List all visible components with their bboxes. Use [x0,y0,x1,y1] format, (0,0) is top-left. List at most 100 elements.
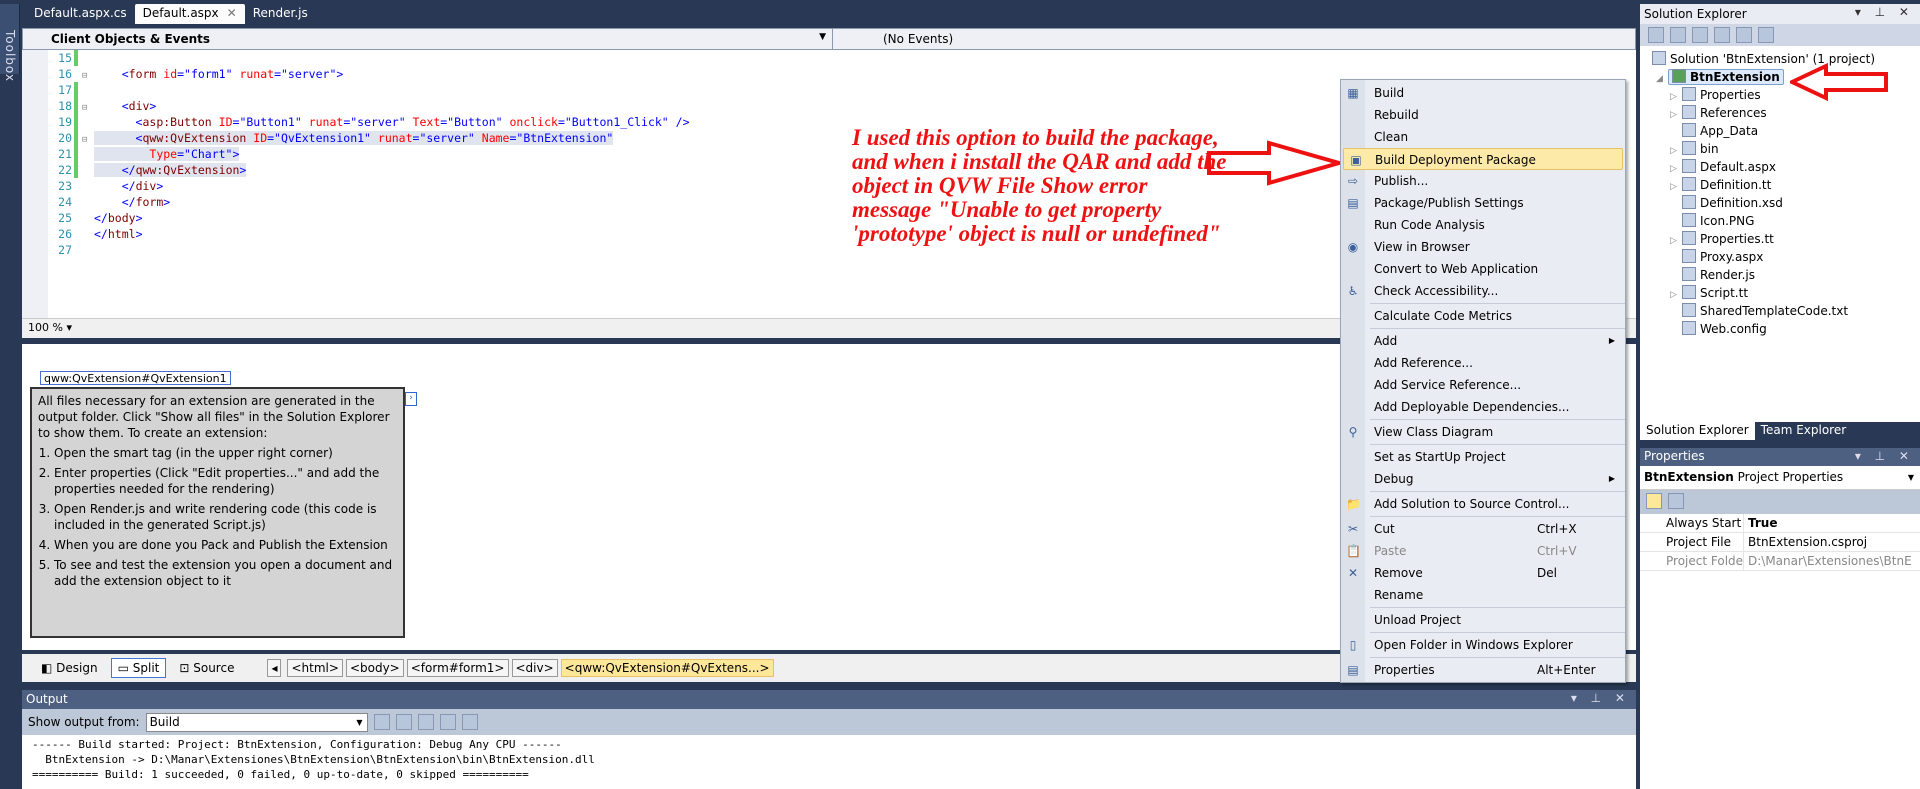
properties-object-dropdown[interactable]: BtnExtension Project Properties ▼ [1640,466,1920,490]
panel-window-buttons[interactable]: ▾ ⊥ ✕ [1571,691,1630,705]
tree-item[interactable]: App_Data [1670,122,1758,140]
menu-item-label: Package/Publish Settings [1374,196,1524,210]
tab-solution-explorer[interactable]: Solution Explorer [1640,422,1755,440]
web-config-icon[interactable] [1736,27,1752,43]
tree-item[interactable]: Icon.PNG [1670,212,1754,230]
close-icon[interactable]: ✕ [227,6,237,20]
menu-item-rename[interactable]: Rename [1341,584,1625,606]
breadcrumb-item[interactable]: <div> [511,659,558,677]
property-value[interactable]: True [1744,514,1920,532]
property-pages-icon[interactable] [1668,493,1684,509]
tree-item[interactable]: ▷ Properties [1670,86,1761,104]
source-view-button[interactable]: ⊡ Source [172,658,241,678]
find-message-icon[interactable] [373,714,390,730]
menu-item-set-as-startup-project[interactable]: Set as StartUp Project [1341,446,1625,468]
file-icon [1682,285,1696,299]
breadcrumb-back-button[interactable]: ◂ [267,659,282,677]
code-text: Type="Chart"> [94,147,240,161]
property-row[interactable]: Project File BtnExtension.csproj [1640,533,1920,552]
tree-item[interactable]: ▷ Properties.tt [1670,230,1774,248]
menu-item-check-accessibility[interactable]: ♿ Check Accessibility... [1341,280,1625,302]
tab-default-aspx[interactable]: Default.aspx ✕ [134,4,245,24]
property-row[interactable]: Always Start When DTrue [1640,514,1920,533]
menu-item-debug[interactable]: Debug ▶ [1341,468,1625,490]
code-token: form [128,67,157,81]
menu-item-package-publish-settings[interactable]: ▤ Package/Publish Settings [1341,192,1625,214]
tab-default-aspx-cs[interactable]: Default.aspx.cs [26,4,135,24]
tree-item[interactable]: Render.js [1670,266,1755,284]
next-message-icon[interactable] [417,714,434,730]
split-view-button[interactable]: ▭ Split [110,658,167,678]
toolbox-tab[interactable]: Toolbox [0,4,20,82]
menu-item-convert-to-web-application[interactable]: Convert to Web Application [1341,258,1625,280]
menu-item-view-in-browser[interactable]: ◉ View in Browser [1341,236,1625,258]
client-objects-dropdown[interactable]: Client Objects & Events ▼ [23,29,833,49]
line-number: 24 [58,195,72,209]
property-row[interactable]: Project Folder D:\Manar\Extensiones\BtnE [1640,552,1920,571]
tab-team-explorer[interactable]: Team Explorer [1755,422,1853,440]
menu-item-label: Add Reference... [1374,356,1473,370]
file-icon [1682,249,1696,263]
code-text: <qww:QvExtension ID="QvExtension1" runat… [94,131,614,145]
events-dropdown[interactable]: (No Events) [833,29,1635,49]
panel-window-buttons[interactable]: ▾ ⊥ ✕ [1855,5,1914,19]
sort-alphabetical-icon[interactable] [1646,493,1662,509]
tree-item[interactable]: ▷ Definition.tt [1670,176,1771,194]
design-view-button[interactable]: ◧ Design [34,658,105,678]
menu-item-add-deployable-dependencies[interactable]: Add Deployable Dependencies... [1341,396,1625,418]
menu-item-add[interactable]: Add ▶ [1341,330,1625,352]
word-wrap-icon[interactable] [461,714,478,730]
accessibility-icon: ♿ [1347,284,1359,298]
prev-message-icon[interactable] [395,714,412,730]
breadcrumb-item[interactable]: <body> [345,659,404,677]
menu-item-view-class-diagram[interactable]: ⚲ View Class Diagram [1341,421,1625,443]
menu-item-add-service-reference[interactable]: Add Service Reference... [1341,374,1625,396]
menu-item-rebuild[interactable]: Rebuild [1341,104,1625,126]
menu-item-open-folder-in-windows-explorer[interactable]: ▯ Open Folder in Windows Explorer [1341,634,1625,656]
property-value[interactable]: D:\Manar\Extensiones\BtnE [1744,552,1920,570]
show-all-files-icon[interactable] [1670,27,1686,43]
tree-item[interactable]: ▷ Default.aspx [1670,158,1776,176]
menu-item-cut[interactable]: ✂ Cut Ctrl+X [1341,518,1625,540]
menu-item-properties[interactable]: ▤ Properties Alt+Enter [1341,659,1625,681]
breadcrumb-item[interactable]: <qww:QvExtension#QvExtens...> [560,659,774,677]
panel-window-buttons[interactable]: ▾ ⊥ ✕ [1855,449,1914,463]
menu-item-run-code-analysis[interactable]: Run Code Analysis [1341,214,1625,236]
refresh-icon[interactable] [1692,27,1708,43]
clear-all-icon[interactable] [439,714,456,730]
menu-item-add-reference[interactable]: Add Reference... [1341,352,1625,374]
tree-item[interactable]: Web.config [1670,320,1767,338]
tree-item[interactable]: Proxy.aspx [1670,248,1763,266]
menu-item-remove[interactable]: ✕ Remove Del [1341,562,1625,584]
line-number: 26 [58,227,72,241]
menu-item-clean[interactable]: Clean [1341,126,1625,148]
properties-icon[interactable] [1648,27,1664,43]
copy-website-icon[interactable] [1758,27,1774,43]
file-icon [1682,87,1696,101]
tree-item[interactable]: ▷ References [1670,104,1767,122]
breadcrumb-item[interactable]: <html> [287,659,343,677]
tree-item[interactable]: ▷ Script.tt [1670,284,1748,302]
breadcrumb-item[interactable]: <form#form1> [406,659,509,677]
code-token: </ [94,211,108,225]
paste-icon: 📋 [1346,544,1361,558]
tree-item[interactable]: ▷ bin [1670,140,1719,158]
menu-item-publish[interactable]: ⇨ Publish... [1341,170,1625,192]
menu-item-calculate-code-metrics[interactable]: Calculate Code Metrics [1341,305,1625,327]
class-diagram-icon[interactable] [1714,27,1730,43]
menu-item-build-deployment-package[interactable]: ▣ Build Deployment Package [1343,148,1623,170]
menu-item-add-solution-to-source-control[interactable]: 📁 Add Solution to Source Control... [1341,493,1625,515]
tree-item[interactable]: SharedTemplateCode.txt [1670,302,1848,320]
menu-item-build[interactable]: ▦ Build [1341,82,1625,104]
x-icon: ✕ [1347,566,1359,580]
tree-item[interactable]: Definition.xsd [1670,194,1783,212]
qvextension-control[interactable]: All files necessary for an extension are… [30,387,405,638]
smart-tag-button[interactable]: › [405,392,417,406]
tab-render-js[interactable]: Render.js [245,4,316,24]
property-value[interactable]: BtnExtension.csproj [1744,533,1920,551]
output-source-dropdown[interactable]: Build ▼ [145,712,368,732]
zoom-dropdown[interactable]: 100 % [28,321,63,334]
menu-item-unload-project[interactable]: Unload Project [1341,609,1625,631]
tab-label: Render.js [252,6,308,20]
tree-project[interactable]: ◢ BtnExtension [1656,68,1784,86]
